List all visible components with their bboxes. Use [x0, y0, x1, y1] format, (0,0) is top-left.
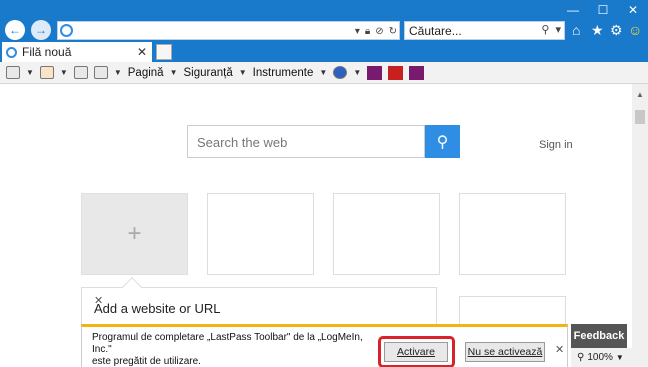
minimize-button[interactable]: —: [558, 0, 588, 20]
magnifier-icon: ⚲: [436, 133, 449, 151]
search-dropdown-icon[interactable]: ▾: [555, 23, 561, 36]
maximize-button[interactable]: ☐: [588, 0, 618, 20]
tab-row: Filă nouă ✕: [0, 42, 648, 62]
new-tab-button[interactable]: [156, 44, 172, 60]
zoom-level: 100%: [587, 352, 613, 363]
addon-notification-bar: Programul de completare „LastPass Toolba…: [81, 324, 568, 367]
web-search-placeholder: Search the web: [197, 135, 288, 150]
page-menu[interactable]: Pagină: [128, 67, 164, 79]
zoom-control[interactable]: ⚲ 100% ▼: [571, 348, 648, 367]
tools-menu[interactable]: Instrumente: [253, 67, 314, 79]
command-bar: ▼ ▼ ▼ Pagină ▼ Siguranță ▼ Instrumente ▼…: [0, 62, 648, 84]
lock-icon[interactable]: 🔒︎: [365, 26, 370, 37]
settings-gear-icon[interactable]: ⚙: [610, 22, 623, 39]
tab-title: Filă nouă: [22, 45, 72, 59]
ie-tab-icon: [6, 46, 17, 58]
notification-line-1: Programul de completare „LastPass Toolba…: [92, 332, 363, 355]
chevron-down-icon: ▼: [238, 68, 247, 77]
tab-new-tab[interactable]: Filă nouă ✕: [2, 42, 152, 62]
close-tab-icon[interactable]: ✕: [137, 45, 147, 59]
notification-line-2: este pregătit de utilizare.: [92, 356, 201, 367]
search-input[interactable]: Căutare... ⚲ ▾: [404, 21, 565, 40]
refresh-icon[interactable]: ↻: [389, 26, 397, 37]
help-icon[interactable]: [333, 66, 348, 79]
dont-activate-button[interactable]: Nu se activează: [465, 342, 545, 362]
chevron-down-icon[interactable]: ▼: [353, 68, 361, 77]
chevron-down-icon[interactable]: ▼: [60, 68, 68, 77]
close-popup-icon[interactable]: ✕: [94, 294, 429, 307]
sign-in-link[interactable]: Sign in: [539, 139, 573, 151]
zoom-icon: ⚲: [577, 352, 585, 363]
smiley-feedback-icon[interactable]: ☺: [628, 22, 642, 38]
home-page-icon[interactable]: [6, 66, 20, 79]
empty-tile[interactable]: [459, 193, 566, 275]
chevron-down-icon[interactable]: ▼: [616, 353, 624, 362]
close-window-button[interactable]: ✕: [618, 0, 648, 20]
dropdown-arrow-icon[interactable]: ▾: [355, 26, 360, 37]
web-search-button[interactable]: ⚲: [425, 125, 460, 158]
compatibility-icon[interactable]: ⊘: [375, 26, 383, 37]
vertical-scrollbar[interactable]: ▲: [632, 84, 648, 348]
empty-tile[interactable]: [207, 193, 314, 275]
plus-icon: +: [127, 220, 142, 247]
scroll-up-arrow-icon[interactable]: ▲: [636, 90, 644, 99]
scrollbar-thumb[interactable]: [635, 110, 645, 124]
print-icon[interactable]: [93, 66, 108, 79]
chevron-down-icon[interactable]: ▼: [114, 68, 122, 77]
security-menu[interactable]: Siguranță: [184, 67, 233, 79]
title-bar: — ☐ ✕ ← → ▾ 🔒︎ ⊘ ↻ Căutare... ⚲ ▾ ⌂ ★ ⚙ …: [0, 0, 648, 42]
back-arrow-icon: ←: [9, 23, 21, 37]
ie-logo-icon: [60, 24, 73, 37]
lastpass-addon-icon[interactable]: [388, 65, 404, 80]
chevron-down-icon: ▼: [319, 68, 328, 77]
notification-message: Programul de completare „LastPass Toolba…: [92, 332, 382, 367]
rss-feed-icon[interactable]: [39, 66, 54, 79]
close-notification-icon[interactable]: ✕: [555, 343, 564, 356]
feedback-button[interactable]: Feedback: [571, 324, 627, 348]
chevron-down-icon: ▼: [169, 68, 178, 77]
activate-button[interactable]: Activare: [384, 342, 448, 362]
back-button[interactable]: ←: [5, 20, 25, 40]
onenote-addon-icon[interactable]: [367, 65, 383, 80]
mail-icon[interactable]: [73, 66, 88, 79]
empty-tile[interactable]: [333, 193, 440, 275]
onenote-clipper-icon[interactable]: [409, 65, 425, 80]
web-search-input[interactable]: Search the web: [187, 125, 425, 158]
forward-button[interactable]: →: [31, 20, 51, 40]
chevron-down-icon[interactable]: ▼: [26, 68, 34, 77]
search-placeholder: Căutare...: [409, 24, 462, 38]
address-bar[interactable]: ▾ 🔒︎ ⊘ ↻: [57, 21, 400, 40]
favorites-star-icon[interactable]: ★: [591, 22, 604, 39]
search-icon[interactable]: ⚲: [541, 23, 549, 36]
forward-arrow-icon: →: [35, 23, 47, 37]
add-site-tile[interactable]: +: [81, 193, 188, 275]
home-icon[interactable]: ⌂: [572, 22, 580, 38]
